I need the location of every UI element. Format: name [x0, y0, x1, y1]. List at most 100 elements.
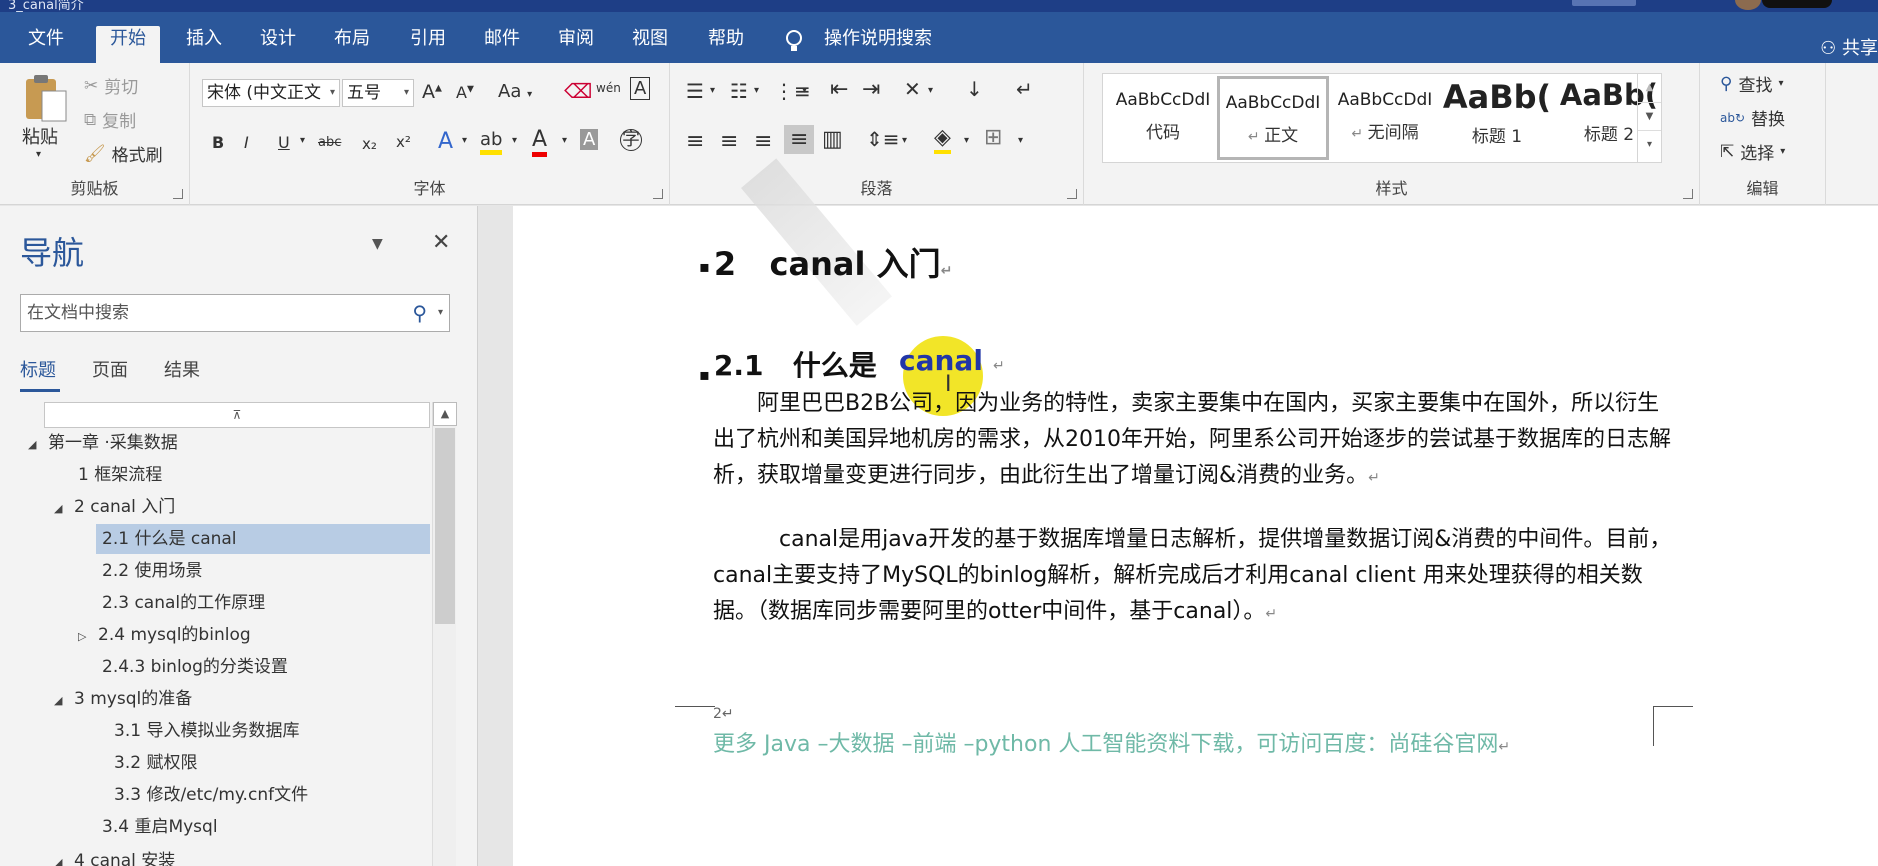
- nav-scrollbar[interactable]: ▲: [432, 402, 457, 866]
- find-button[interactable]: ⚲ 查找 ▾: [1720, 71, 1783, 97]
- more-styles-icon[interactable]: ▾: [1638, 130, 1661, 158]
- chevron-down-icon[interactable]: ▾: [754, 85, 759, 96]
- align-left-icon[interactable]: ≡: [686, 129, 704, 154]
- nav-item[interactable]: 3.1 导入模拟业务数据库: [114, 716, 299, 746]
- expanded-triangle-icon[interactable]: ◢: [54, 686, 74, 716]
- tab-help[interactable]: 帮助: [708, 26, 744, 63]
- decrease-indent-icon[interactable]: ⇤: [830, 77, 848, 102]
- collapse-all-bar[interactable]: ⊼: [44, 402, 430, 428]
- tab-references[interactable]: 引用: [410, 26, 446, 63]
- font-name-combo[interactable]: 宋体 (中文正文 ▾: [202, 79, 340, 107]
- account-badge[interactable]: [1762, 0, 1832, 8]
- nav-item[interactable]: ▷ 2.4 mysql的binlog: [78, 620, 251, 650]
- highlight-icon[interactable]: ab: [480, 129, 503, 155]
- paste-button[interactable]: 粘贴: [22, 123, 58, 149]
- font-launcher[interactable]: [653, 189, 663, 199]
- numbering-icon[interactable]: ☷: [730, 79, 748, 103]
- title-bar-button[interactable]: [1572, 0, 1636, 6]
- share-button[interactable]: ⚇ 共享: [1820, 34, 1878, 60]
- line-spacing-icon[interactable]: ⇕≡: [866, 127, 900, 151]
- chevron-down-icon[interactable]: ▾: [928, 85, 933, 96]
- tab-file[interactable]: 文件: [28, 26, 64, 63]
- chevron-up-icon[interactable]: ▲: [1638, 74, 1661, 102]
- nav-tab-pages[interactable]: 页面: [92, 356, 128, 382]
- close-icon[interactable]: ✕: [432, 230, 450, 255]
- replace-button[interactable]: ab↻ 替换: [1720, 105, 1785, 130]
- tab-design[interactable]: 设计: [260, 26, 296, 63]
- expanded-triangle-icon[interactable]: ◢: [28, 430, 48, 460]
- nav-item[interactable]: 2.2 使用场景: [102, 556, 202, 586]
- nav-tab-headings[interactable]: 标题: [20, 356, 56, 382]
- nav-item[interactable]: 2.4.3 binlog的分类设置: [102, 652, 288, 682]
- expanded-triangle-icon[interactable]: ◢: [54, 848, 74, 866]
- nav-tab-results[interactable]: 结果: [164, 356, 200, 382]
- bold-icon[interactable]: B: [212, 133, 224, 152]
- style-heading-1[interactable]: AaBb( 标题 1: [1441, 76, 1553, 160]
- cut-button[interactable]: ✂ 剪切: [84, 73, 138, 99]
- chevron-down-icon[interactable]: ▾: [1018, 135, 1023, 146]
- distributed-icon[interactable]: ▥: [822, 127, 843, 152]
- search-icon[interactable]: ⚲: [412, 295, 427, 331]
- chevron-down-icon[interactable]: ▾: [964, 135, 969, 146]
- tab-view[interactable]: 视图: [632, 26, 668, 63]
- tab-mailings[interactable]: 邮件: [484, 26, 520, 63]
- style-no-spacing[interactable]: AaBbCcDdI ↵ 无间隔: [1329, 76, 1441, 160]
- copy-button[interactable]: ⧉ 复制: [84, 107, 136, 133]
- underline-icon[interactable]: U: [278, 133, 290, 152]
- chevron-up-icon[interactable]: ▲: [433, 402, 457, 426]
- chevron-down-icon[interactable]: ▾: [562, 135, 567, 146]
- text-effects-icon[interactable]: A: [438, 129, 453, 154]
- clear-formatting-icon[interactable]: ⌫: [564, 79, 592, 103]
- nav-item[interactable]: ◢ 4 canal 安装: [54, 846, 175, 866]
- scroll-thumb[interactable]: [435, 428, 455, 624]
- subscript-icon[interactable]: x₂: [362, 135, 377, 153]
- align-right-icon[interactable]: ≡: [754, 129, 772, 154]
- italic-icon[interactable]: I: [244, 133, 249, 152]
- font-size-combo[interactable]: 五号 ▾: [342, 79, 414, 107]
- justify-icon[interactable]: ≡: [784, 125, 815, 154]
- align-center-icon[interactable]: ≡: [720, 129, 738, 154]
- enclose-character-icon[interactable]: 字: [620, 129, 642, 151]
- character-shading-icon[interactable]: A: [580, 129, 599, 150]
- chevron-down-icon[interactable]: ▼: [1638, 102, 1661, 130]
- show-marks-icon[interactable]: ↵: [1016, 77, 1033, 101]
- nav-item[interactable]: ◢ 第一章 ·采集数据: [28, 428, 178, 458]
- font-color-icon[interactable]: A: [532, 127, 548, 157]
- character-border-icon[interactable]: A: [630, 77, 651, 100]
- footer-text[interactable]: 更多 Java –大数据 –前端 –python 人工智能资料下载，可访问百度：…: [713, 726, 1510, 758]
- sort-icon[interactable]: ↓: [966, 77, 983, 101]
- heading-2[interactable]: ▪ 2.1 什么是: [699, 344, 877, 384]
- tab-home[interactable]: 开始: [96, 26, 160, 63]
- lightbulb-icon[interactable]: [782, 28, 806, 56]
- paste-dropdown[interactable]: ▾: [36, 149, 41, 160]
- select-button[interactable]: ⇱ 选择 ▾: [1720, 139, 1785, 165]
- superscript-icon[interactable]: x²: [396, 133, 411, 151]
- chevron-down-icon[interactable]: ▾: [438, 295, 443, 331]
- phonetic-guide-button[interactable]: wén: [596, 81, 621, 95]
- avatar[interactable]: [1735, 0, 1761, 10]
- nav-item[interactable]: 3.3 修改/etc/my.cnf文件: [114, 780, 308, 810]
- style-normal[interactable]: AaBbCcDdI ↵ 正文: [1217, 76, 1329, 160]
- tell-me-search[interactable]: 操作说明搜索: [824, 26, 932, 63]
- chevron-down-icon[interactable]: ▾: [512, 135, 517, 146]
- heading-1[interactable]: ▪ 2 canal 入门↵: [699, 239, 952, 285]
- increase-indent-icon[interactable]: ⇥: [862, 77, 880, 102]
- clipboard-launcher[interactable]: [173, 189, 183, 199]
- styles-scroll[interactable]: ▲ ▼ ▾: [1637, 74, 1661, 162]
- paragraph-launcher[interactable]: [1067, 189, 1077, 199]
- document-page[interactable]: ▪ 2 canal 入门↵ ▪ 2.1 什么是 canal ↵ I 阿里巴巴B2B公…: [513, 158, 1878, 866]
- chevron-down-icon[interactable]: ▾: [300, 135, 305, 146]
- grow-font-button[interactable]: A▲: [422, 81, 442, 103]
- nav-search-input[interactable]: 在文档中搜索 ⚲ ▾: [20, 294, 450, 332]
- shading-icon[interactable]: ◈: [934, 125, 951, 154]
- paragraph-2[interactable]: canal是用java开发的基于数据库增量日志解析，提供增量数据订阅&消费的中间…: [713, 522, 1673, 632]
- tab-insert[interactable]: 插入: [186, 26, 222, 63]
- paragraph-1[interactable]: 阿里巴巴B2B公司，因为业务的特性，卖家主要集中在国内，买家主要集中在国外，所以…: [713, 386, 1673, 496]
- heading-2-highlighted-word[interactable]: canal: [899, 344, 983, 377]
- tab-review[interactable]: 审阅: [558, 26, 594, 63]
- shrink-font-button[interactable]: A▼: [456, 83, 474, 102]
- bullets-icon[interactable]: ☰: [686, 79, 704, 103]
- nav-item[interactable]: 3.4 重启Mysql: [102, 812, 218, 842]
- nav-item[interactable]: 3.2 赋权限: [114, 748, 197, 778]
- styles-launcher[interactable]: [1683, 189, 1693, 199]
